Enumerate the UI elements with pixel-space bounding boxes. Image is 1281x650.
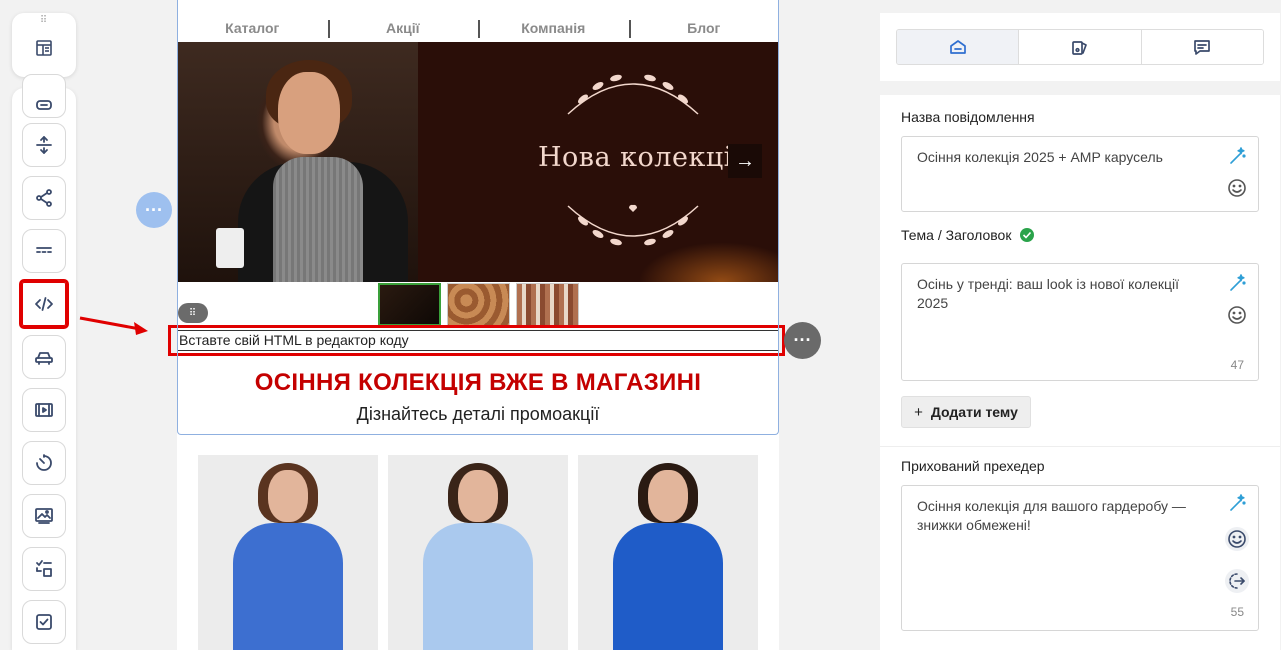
carousel-thumbnails	[378, 283, 579, 326]
wreath-top-decoration	[567, 74, 699, 115]
product-image-3[interactable]	[578, 455, 758, 650]
subject-label: Тема / Заголовок	[901, 227, 1012, 243]
html-code-block[interactable]: Вставте свій HTML в редактор коду	[177, 330, 779, 351]
promo-subtitle: Дізнайтесь деталі промоакції	[356, 404, 600, 424]
template-blocks-icon	[36, 40, 52, 56]
settings-icon	[949, 40, 966, 54]
checklist-icon	[36, 560, 52, 577]
preheader-field[interactable]: Осіння колекція для вашого гардеробу — з…	[901, 485, 1259, 631]
panel-tabs	[896, 29, 1264, 65]
tab-comments[interactable]	[1140, 30, 1263, 64]
divider-block-tool[interactable]	[22, 229, 66, 273]
emoji-icon[interactable]	[1225, 527, 1249, 551]
subject-valid-check-icon	[1020, 228, 1034, 242]
button-block-icon	[36, 100, 52, 110]
message-name-value[interactable]: Осіння колекція 2025 + AMP карусель	[917, 148, 1207, 167]
emoji-icon[interactable]	[1226, 177, 1248, 199]
banner-image-icon	[35, 508, 53, 524]
spacer-block-icon	[36, 136, 52, 154]
banner-block-tool[interactable]	[22, 494, 66, 538]
menu-item-blog[interactable]: Блог	[628, 20, 780, 38]
content-blocks-toolbar	[12, 74, 76, 650]
ai-magic-wand-icon[interactable]	[1226, 145, 1248, 167]
panel-divider	[880, 446, 1280, 447]
annotation-arrow	[79, 316, 148, 335]
social-block-tool[interactable]	[22, 176, 66, 220]
menu-item-company[interactable]: Компанія	[478, 20, 629, 38]
carousel-thumb-2[interactable]	[447, 283, 510, 326]
message-name-field[interactable]: Осіння колекція 2025 + AMP карусель	[901, 136, 1259, 212]
comments-icon	[1194, 40, 1211, 55]
timer-block-tool[interactable]	[22, 441, 66, 485]
product-block-tool[interactable]	[22, 335, 66, 379]
divider-block-icon	[36, 247, 52, 253]
ai-magic-wand-icon[interactable]	[1226, 272, 1248, 294]
subject-value[interactable]: Осінь у тренді: ваш look із нової колекц…	[917, 275, 1207, 313]
emoji-icon[interactable]	[1226, 304, 1248, 326]
design-icon	[1072, 41, 1087, 55]
product-image-2[interactable]	[388, 455, 568, 650]
video-block-icon	[35, 403, 53, 417]
block-drag-handle[interactable]: ⠿	[178, 303, 208, 323]
message-name-label: Назва повідомлення	[901, 109, 1035, 125]
block-more-button[interactable]: ···	[784, 322, 821, 359]
hero-photo-woman	[178, 42, 418, 282]
tab-design[interactable]	[1018, 30, 1141, 64]
structure-more-button[interactable]: ···	[136, 192, 172, 228]
html-block-tool[interactable]	[19, 279, 69, 329]
social-share-icon	[36, 189, 52, 207]
checkbox-icon	[36, 614, 52, 630]
insert-variable-icon[interactable]	[1225, 569, 1249, 593]
carousel-hero-image[interactable]: Нова колекція →	[178, 42, 778, 282]
menu-item-catalog[interactable]: Каталог	[177, 20, 328, 36]
menu-item-promotions[interactable]: Акції	[327, 20, 479, 38]
car-icon	[35, 352, 53, 365]
hero-title: Нова колекція	[538, 142, 751, 173]
ai-magic-wand-icon[interactable]	[1226, 492, 1248, 514]
video-block-tool[interactable]	[22, 388, 66, 432]
subject-char-count: 47	[1230, 358, 1244, 372]
preheader-char-count: 55	[1230, 605, 1244, 619]
subject-field[interactable]: Осінь у тренді: ваш look із нової колекц…	[901, 263, 1259, 381]
preheader-label: Прихований прехедер	[901, 458, 1045, 474]
checkbox-block-tool[interactable]	[22, 600, 66, 644]
add-subject-label: Додати тему	[930, 404, 1018, 420]
promo-title: ОСІННЯ КОЛЕКЦІЯ ВЖЕ В МАГАЗИНІ	[254, 369, 702, 396]
carousel-next-button[interactable]: →	[728, 144, 762, 178]
preheader-value[interactable]: Осіння колекція для вашого гардеробу — з…	[917, 497, 1207, 535]
block-library-button[interactable]: ⠿	[12, 13, 76, 77]
tab-message-settings[interactable]	[897, 30, 1019, 64]
wreath-bottom-decoration	[567, 204, 699, 246]
carousel-thumb-3[interactable]	[516, 283, 579, 326]
product-image-1[interactable]	[198, 455, 378, 650]
timer-icon	[36, 454, 52, 471]
drag-grip-icon[interactable]: ⠿	[40, 16, 48, 26]
email-nav-menu: Каталог Акції Компанія Блог	[177, 14, 779, 42]
carousel-thumb-1[interactable]	[378, 283, 441, 326]
spacer-block-tool[interactable]	[22, 123, 66, 167]
add-subject-button[interactable]: + Додати тему	[901, 396, 1031, 428]
html-code-icon	[35, 297, 53, 311]
plus-icon: +	[914, 403, 923, 421]
button-block-tool[interactable]	[22, 74, 66, 118]
list-block-tool[interactable]	[22, 547, 66, 591]
